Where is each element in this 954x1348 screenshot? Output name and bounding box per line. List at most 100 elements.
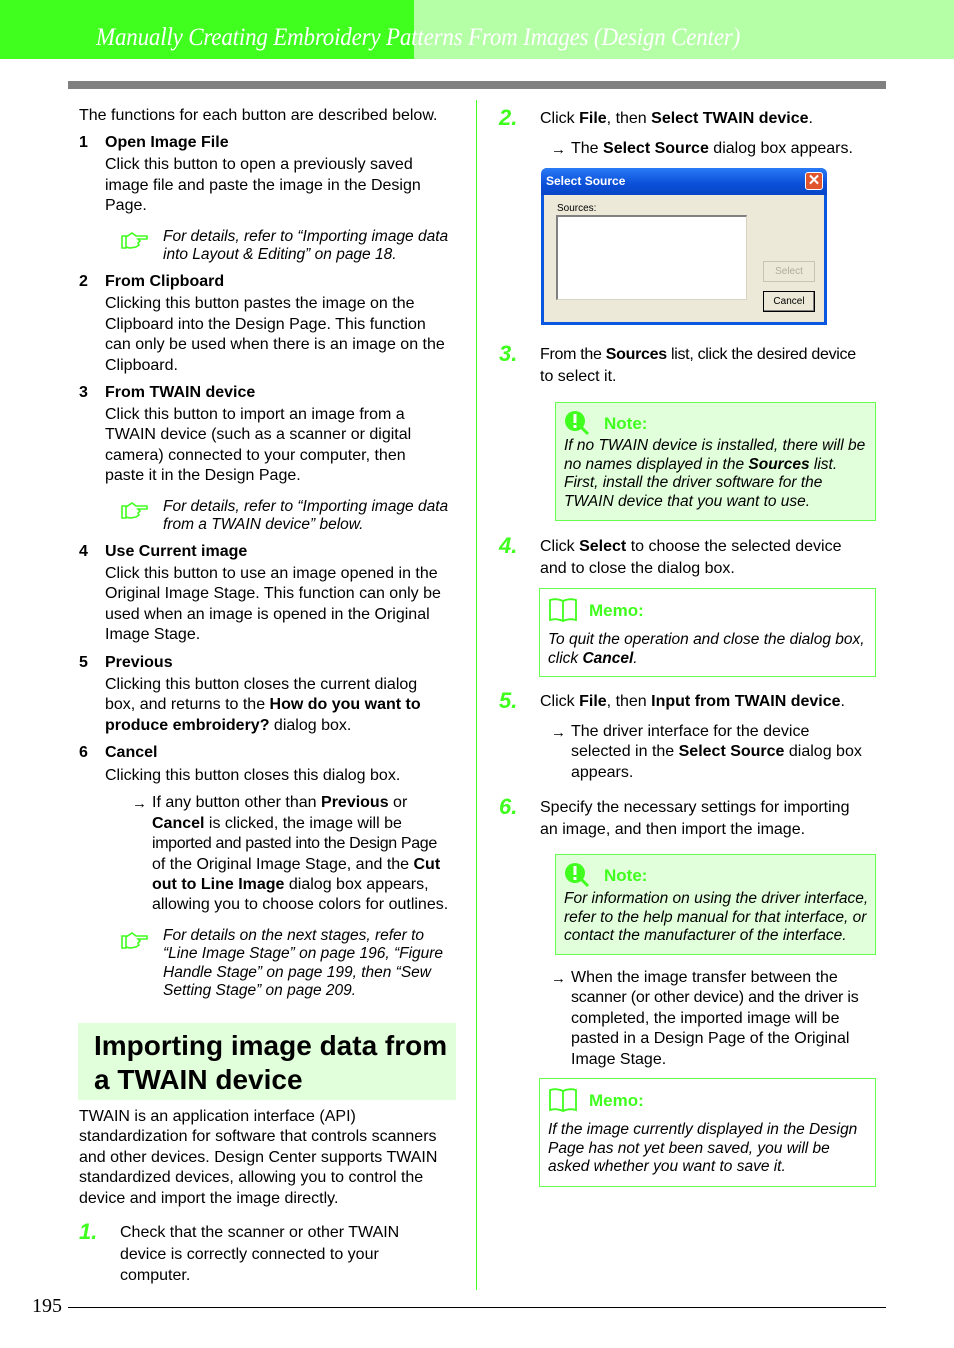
item-text: used when an image is opened in the Orig… [105, 606, 430, 623]
select-source-dialog: Select Source ✕ Sources: Select Cancel [541, 168, 827, 325]
note-box: Note: If no TWAIN device is installed, t… [555, 402, 876, 521]
item-text: image file and paste the image in the De… [105, 177, 421, 194]
sources-list[interactable] [556, 215, 747, 300]
step-text: an image, and then import the image. [540, 821, 806, 838]
item-text: camera) connected to your computer, then [105, 447, 406, 464]
reference-text: For details, refer to “Importing image d… [163, 498, 449, 515]
item-title: Previous [105, 654, 173, 671]
result-text: pasted in a Design Page of the Original [571, 1030, 850, 1047]
item-number: 3 [79, 384, 88, 401]
item-title: Open Image File [105, 134, 229, 151]
item-text: Click this button to open a previously s… [105, 156, 413, 173]
note-box: Note: For information on using the drive… [555, 854, 876, 955]
reference-text: For details, refer to “Importing image d… [163, 228, 449, 245]
item-text: Clicking this button closes this dialog … [105, 767, 401, 784]
select-button[interactable]: Select [763, 261, 815, 282]
step-number: 3. [499, 341, 518, 366]
step-text: computer. [120, 1267, 191, 1284]
arrow-right-icon: → [132, 795, 147, 812]
memo-text: asked whether you want to save it. [548, 1158, 786, 1175]
arrow-right-icon: → [551, 141, 566, 158]
item-text: Click this button to use an image opened… [105, 565, 438, 582]
item-text: Page. [105, 197, 147, 214]
section-title: Importing image data from a TWAIN device [94, 1030, 448, 1095]
memo-box: Memo: To quit the operation and close th… [539, 588, 876, 677]
step-number: 5. [499, 688, 518, 713]
memo-book-icon [549, 598, 577, 622]
step-text: to select it. [540, 368, 617, 385]
reference-text: Handle Stage” on page 199, then “Sew [163, 964, 431, 981]
item-text: TWAIN device (such as a scanner or digit… [105, 426, 412, 443]
dialog-title-bar: Select Source ✕ [541, 168, 827, 195]
section-heading-box: Importing image data from a TWAIN device [78, 1023, 456, 1100]
page-number: 195 [32, 1295, 62, 1317]
result-text: When the image transfer between the [571, 969, 838, 986]
item-number: 5 [79, 654, 88, 671]
memo-text: click Cancel. [548, 650, 638, 667]
item-text: can only be used when there is an image … [105, 336, 445, 353]
close-icon[interactable]: ✕ [805, 172, 823, 190]
item-text: Click this button to import an image fro… [105, 406, 405, 423]
note-text: refer to the help manual for that interf… [564, 909, 867, 926]
memo-text: If the image currently displayed in the … [548, 1121, 858, 1138]
reference-text: “Line Image Stage” on page 196, “Figure [163, 945, 444, 962]
dialog-body: Sources: Select Cancel [544, 195, 824, 322]
step-number: 2. [499, 105, 518, 130]
item-number: 1 [79, 134, 88, 151]
arrow-right-icon: → [551, 970, 566, 987]
step-text: and to close the dialog box. [540, 560, 735, 577]
item-number: 2 [79, 273, 88, 290]
arrow-right-icon: → [551, 724, 566, 741]
item-text: Clipboard. [105, 357, 178, 374]
item-number: 4 [79, 543, 88, 560]
note-exclamation-icon [565, 411, 590, 436]
step-number: 4. [499, 533, 518, 558]
step-text: Click Select to choose the selected devi… [540, 538, 842, 555]
paragraph-text: TWAIN is an application interface (API) [79, 1108, 356, 1125]
memo-book-icon [549, 1088, 577, 1112]
paragraph-text: standardized devices, allowing you to co… [79, 1169, 424, 1186]
note-label: Note: [604, 414, 648, 433]
item-text: box, and returns to the How do you want … [105, 696, 421, 713]
result-text: Image Stage. [571, 1051, 667, 1068]
result-text: appears. [571, 764, 634, 781]
step-number: 6. [499, 794, 518, 819]
result-text: allowing you to choose colors for outlin… [152, 896, 449, 913]
item-text: paste it in the Design Page. [105, 467, 301, 484]
sources-label: Sources: [557, 203, 597, 214]
pointing-hand-icon [121, 932, 148, 949]
paragraph-text: device and import the image directly. [79, 1190, 339, 1207]
reference-text: Setting Stage” on page 209. [163, 982, 357, 999]
step-text: From the Sources list, click the desired… [540, 346, 856, 363]
memo-label: Memo: [589, 1091, 644, 1110]
step-text: Click File, then Select TWAIN device. [540, 110, 813, 127]
cancel-button[interactable]: Cancel [763, 291, 815, 312]
paragraph-text: standardization for software that contro… [79, 1128, 437, 1145]
chapter-title: Manually Creating Embroidery Patterns Fr… [96, 24, 741, 51]
step-number: 1. [79, 1219, 98, 1244]
pointing-hand-icon [121, 232, 148, 249]
result-text: selected in the Select Source dialog box [571, 743, 862, 760]
item-text: Clipboard into the Design Page. This fun… [105, 316, 426, 333]
reference-text: into Layout & Editing” on page 18. [163, 246, 397, 263]
intro-text: The functions for each button are descri… [79, 107, 438, 124]
result-text: The driver interface for the device [571, 723, 810, 740]
note-text: no names displayed in the Sources list. [564, 456, 838, 473]
note-text: For information on using the driver inte… [564, 890, 869, 907]
result-text: out to Line Image dialog box appears, [152, 876, 429, 893]
note-text: If no TWAIN device is installed, there w… [564, 437, 866, 454]
result-text: scanner (or other device) and the driver… [571, 989, 859, 1006]
note-text: TWAIN device that you want to use. [564, 493, 811, 510]
item-text: Image Stage. [105, 626, 201, 643]
item-title: From Clipboard [105, 273, 225, 290]
result-text: of the Original Image Stage, and the Cut [152, 856, 441, 873]
item-number: 6 [79, 744, 88, 761]
result-text: If any button other than Previous or [152, 794, 408, 811]
item-title: From TWAIN device [105, 384, 256, 401]
pointing-hand-icon [121, 502, 148, 519]
note-exclamation-icon [565, 863, 590, 888]
result-text: imported and pasted into the Design Page [152, 835, 437, 852]
item-title: Use Current image [105, 543, 248, 560]
result-text: Cancel is clicked, the image will be [152, 815, 402, 832]
top-rule [68, 81, 886, 89]
